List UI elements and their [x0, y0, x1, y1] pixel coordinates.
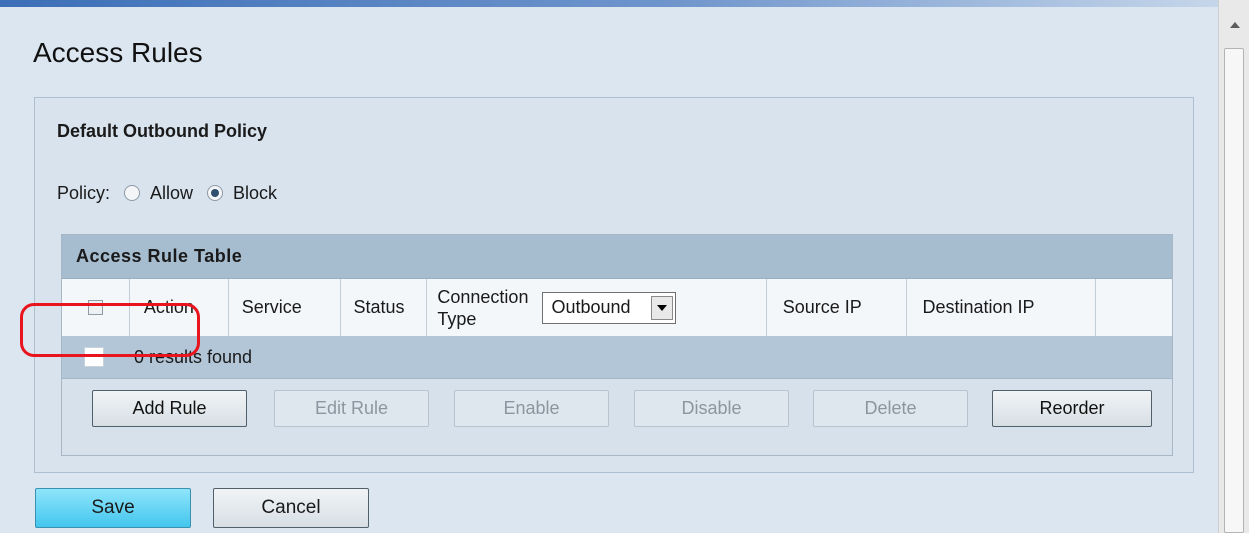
allow-radio-label[interactable]: Allow: [150, 183, 193, 204]
chevron-down-icon[interactable]: [651, 295, 674, 320]
edit-rule-button[interactable]: Edit Rule: [274, 390, 429, 427]
enable-button[interactable]: Enable: [454, 390, 609, 427]
delete-button[interactable]: Delete: [813, 390, 968, 427]
disable-button[interactable]: Disable: [634, 390, 789, 427]
column-service-label: Service: [241, 297, 302, 317]
policy-row: Policy: Allow Block: [57, 180, 277, 206]
column-source-ip-label: Source IP: [782, 297, 862, 317]
column-status: Status: [341, 279, 428, 336]
column-status-label: Status: [353, 297, 405, 317]
column-source-ip: Source IP: [767, 279, 907, 336]
block-radio-label[interactable]: Block: [233, 183, 277, 204]
table-header-row: Action Service Status Connection Type Ou…: [62, 279, 1172, 337]
allow-radio[interactable]: [124, 185, 141, 201]
table-button-row: Add Rule Edit Rule Enable Disable Delete…: [62, 379, 1172, 435]
scroll-thumb[interactable]: [1224, 48, 1244, 533]
column-connection-type: Connection Type Outbound: [427, 279, 767, 336]
outbound-policy-panel: Default Outbound Policy Policy: Allow Bl…: [34, 97, 1194, 473]
column-destination-ip: Destination IP: [907, 279, 1097, 336]
section-heading: Default Outbound Policy: [57, 121, 267, 141]
save-button[interactable]: Save: [35, 488, 191, 528]
top-strip: [0, 0, 1218, 7]
column-destination-ip-label: Destination IP: [922, 297, 1035, 317]
connection-label-line1: Connection: [437, 286, 529, 307]
scroll-up-arrow-icon[interactable]: [1219, 14, 1249, 36]
access-rule-table: Access Rule Table Action Service Status …: [61, 234, 1173, 456]
page-title: Access Rules: [33, 37, 203, 68]
add-rule-highlight: [20, 303, 200, 357]
vertical-scrollbar[interactable]: [1218, 0, 1249, 533]
column-connection-type-label: Connection Type: [437, 286, 528, 330]
cancel-button[interactable]: Cancel: [213, 488, 369, 528]
connection-type-select[interactable]: Outbound: [542, 291, 677, 324]
page-content: Access Rules Default Outbound Policy Pol…: [0, 7, 1218, 533]
policy-label: Policy:: [57, 182, 111, 203]
results-row: 0 results found: [62, 336, 1172, 379]
table-title: Access Rule Table: [62, 235, 1172, 279]
reorder-button[interactable]: Reorder: [992, 390, 1152, 427]
block-radio[interactable]: [207, 185, 224, 201]
add-rule-button[interactable]: Add Rule: [92, 390, 247, 427]
connection-type-selected: Outbound: [551, 297, 631, 317]
column-service: Service: [229, 279, 341, 336]
connection-label-line2: Type: [437, 308, 477, 329]
column-empty: [1096, 279, 1172, 336]
